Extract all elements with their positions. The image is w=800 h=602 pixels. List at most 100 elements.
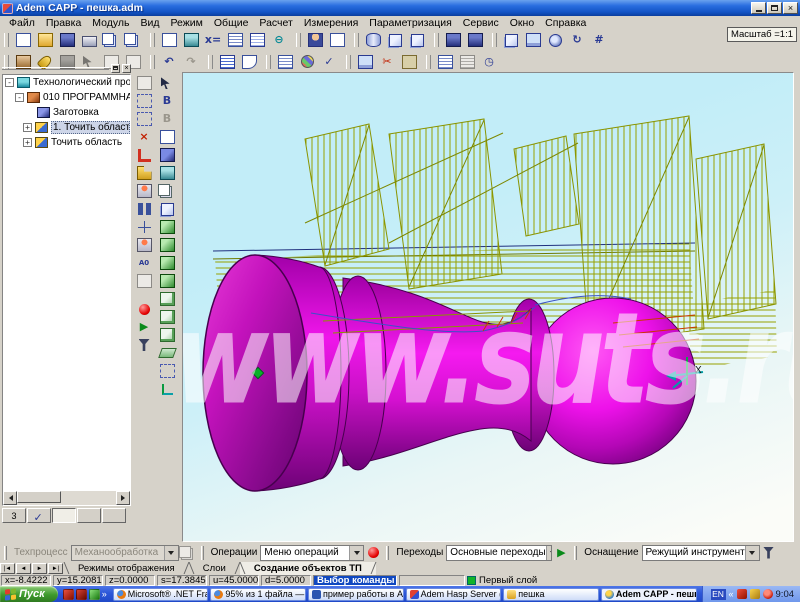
dropdown-arrow-icon[interactable] bbox=[745, 546, 759, 560]
zoom-screen-button[interactable] bbox=[354, 52, 376, 71]
assign-variable-button[interactable] bbox=[180, 31, 202, 50]
tab-number[interactable]: 3 bbox=[2, 508, 26, 523]
tab-edit[interactable] bbox=[52, 508, 76, 523]
select-delete-button[interactable] bbox=[133, 128, 155, 146]
task-adem-capp-active[interactable]: Adem CAPP - пешка.a... bbox=[601, 588, 697, 601]
tree-item-operation[interactable]: - 010 ПРОГРАММНАЯ bbox=[3, 90, 130, 105]
tab-display-modes[interactable]: Режимы отображения bbox=[64, 562, 189, 575]
bar-grip[interactable] bbox=[574, 546, 577, 560]
menu-service[interactable]: Сервис bbox=[458, 17, 504, 29]
notes-disabled-button[interactable] bbox=[456, 52, 478, 71]
profile-b-button[interactable] bbox=[406, 31, 428, 50]
tab-prev-button[interactable]: ◄ bbox=[16, 563, 31, 574]
format-a0-button[interactable] bbox=[133, 254, 155, 272]
user-settings-button[interactable] bbox=[304, 31, 326, 50]
tray-app-icon[interactable] bbox=[750, 589, 760, 599]
quick-app-icon-3[interactable] bbox=[89, 589, 100, 600]
tab-next-button[interactable]: ► bbox=[32, 563, 47, 574]
point-tool-button[interactable] bbox=[133, 182, 155, 200]
mill-tool-2-button[interactable] bbox=[156, 236, 178, 254]
dropdown-arrow-icon[interactable] bbox=[164, 546, 178, 560]
title-bar[interactable]: Adem CAPP - пешка.adm × bbox=[0, 0, 800, 16]
scroll-track[interactable] bbox=[17, 491, 116, 505]
bar-grip[interactable] bbox=[386, 546, 389, 560]
sheets-button[interactable] bbox=[156, 182, 178, 200]
open-file-button[interactable] bbox=[34, 31, 56, 50]
save-model-button[interactable] bbox=[442, 31, 464, 50]
form-editor-button[interactable] bbox=[158, 31, 180, 50]
menu-file[interactable]: Файл bbox=[4, 17, 40, 29]
menu-general[interactable]: Общие bbox=[209, 17, 254, 29]
mill-tool-4-button[interactable] bbox=[156, 272, 178, 290]
dropdown-arrow-icon[interactable] bbox=[349, 546, 363, 560]
maximize-button[interactable] bbox=[767, 2, 782, 14]
start-button[interactable] bbox=[133, 318, 155, 336]
task-word-doc[interactable]: пример работы в ADEM... bbox=[308, 588, 404, 601]
remove-element-button[interactable] bbox=[268, 31, 290, 50]
confirm-list-button[interactable] bbox=[318, 52, 340, 71]
task-net-framework[interactable]: Microsoft® .NET Frame... bbox=[113, 588, 209, 601]
transitions-run-button[interactable] bbox=[552, 543, 570, 562]
undo-button[interactable] bbox=[158, 52, 180, 71]
quick-app-icon-1[interactable] bbox=[63, 589, 74, 600]
menu-measure[interactable]: Измерения bbox=[299, 17, 363, 29]
menu-view[interactable]: Вид bbox=[136, 17, 165, 29]
laser-point-button[interactable] bbox=[133, 236, 155, 254]
collapse-toggle[interactable]: - bbox=[15, 93, 24, 102]
delete-selected-button[interactable] bbox=[376, 52, 398, 71]
menu-edit[interactable]: Правка bbox=[41, 17, 86, 29]
menu-window[interactable]: Окно bbox=[505, 17, 539, 29]
b-dots-button[interactable] bbox=[156, 110, 178, 128]
load-model-button[interactable] bbox=[464, 31, 486, 50]
mill-tool-1-button[interactable] bbox=[156, 218, 178, 236]
tree-item-turn-area-2[interactable]: + Точить область bbox=[3, 135, 130, 150]
profile-a-button[interactable] bbox=[384, 31, 406, 50]
save-file-button[interactable] bbox=[56, 31, 78, 50]
tab-first-button[interactable]: |◄ bbox=[0, 563, 15, 574]
axis-button[interactable] bbox=[156, 380, 178, 398]
view-iso-button[interactable] bbox=[156, 290, 178, 308]
dropdown-arrow-icon[interactable] bbox=[546, 546, 553, 560]
operations-stop-button[interactable] bbox=[364, 543, 382, 562]
collapse-toggle[interactable]: - bbox=[5, 78, 14, 87]
block-3d-button[interactable] bbox=[156, 146, 178, 164]
scroll-left-button[interactable] bbox=[3, 491, 17, 505]
dynamic-rotate-button[interactable] bbox=[566, 31, 588, 50]
task-hasp-server[interactable]: Adem Hasp Server (lab2... bbox=[406, 588, 502, 601]
paste-fragment-button[interactable] bbox=[122, 31, 144, 50]
quick-app-icon-2[interactable] bbox=[76, 589, 87, 600]
tab-links[interactable] bbox=[77, 508, 101, 523]
panel-close-button[interactable]: × bbox=[122, 64, 131, 73]
tree-item-process[interactable]: - Технологический процесс и bbox=[3, 75, 130, 90]
sketch-button[interactable] bbox=[156, 362, 178, 380]
notes-button[interactable] bbox=[434, 52, 456, 71]
select-edit-button[interactable] bbox=[133, 110, 155, 128]
measure-button[interactable] bbox=[224, 31, 246, 50]
task-download[interactable]: 95% из 1 файла — Загр... bbox=[210, 588, 306, 601]
tree-panel-header[interactable]: × bbox=[2, 63, 131, 73]
grid-settings-button[interactable] bbox=[588, 31, 610, 50]
cross-tool-button[interactable] bbox=[133, 218, 155, 236]
bar-grip[interactable] bbox=[4, 546, 7, 560]
bold-b-button[interactable] bbox=[156, 92, 178, 110]
tab-create-tp-objects[interactable]: Создание объектов ТП bbox=[240, 562, 376, 575]
scroll-thumb[interactable] bbox=[17, 491, 61, 503]
select-confirm-button[interactable] bbox=[133, 92, 155, 110]
tray-antivirus-icon[interactable] bbox=[763, 589, 773, 599]
transitions-combo[interactable]: Основные переходы bbox=[446, 545, 552, 561]
view-3d-button[interactable] bbox=[500, 31, 522, 50]
menu-calc[interactable]: Расчет bbox=[254, 17, 297, 29]
insert-list-button[interactable] bbox=[274, 52, 296, 71]
process-combo[interactable]: Механообработка bbox=[71, 545, 179, 561]
close-button[interactable]: × bbox=[783, 2, 798, 14]
tray-ati-icon[interactable] bbox=[737, 589, 747, 599]
stop-button[interactable] bbox=[133, 300, 155, 318]
projection-button[interactable] bbox=[522, 31, 544, 50]
filter-button[interactable] bbox=[133, 336, 155, 354]
edit-document-button[interactable] bbox=[326, 31, 348, 50]
tree-item-stock[interactable]: Заготовка bbox=[3, 105, 130, 120]
operations-combo[interactable]: Меню операций bbox=[260, 545, 364, 561]
print-button[interactable] bbox=[78, 31, 100, 50]
rotate-view-button[interactable] bbox=[544, 31, 566, 50]
new-file-button[interactable] bbox=[12, 31, 34, 50]
